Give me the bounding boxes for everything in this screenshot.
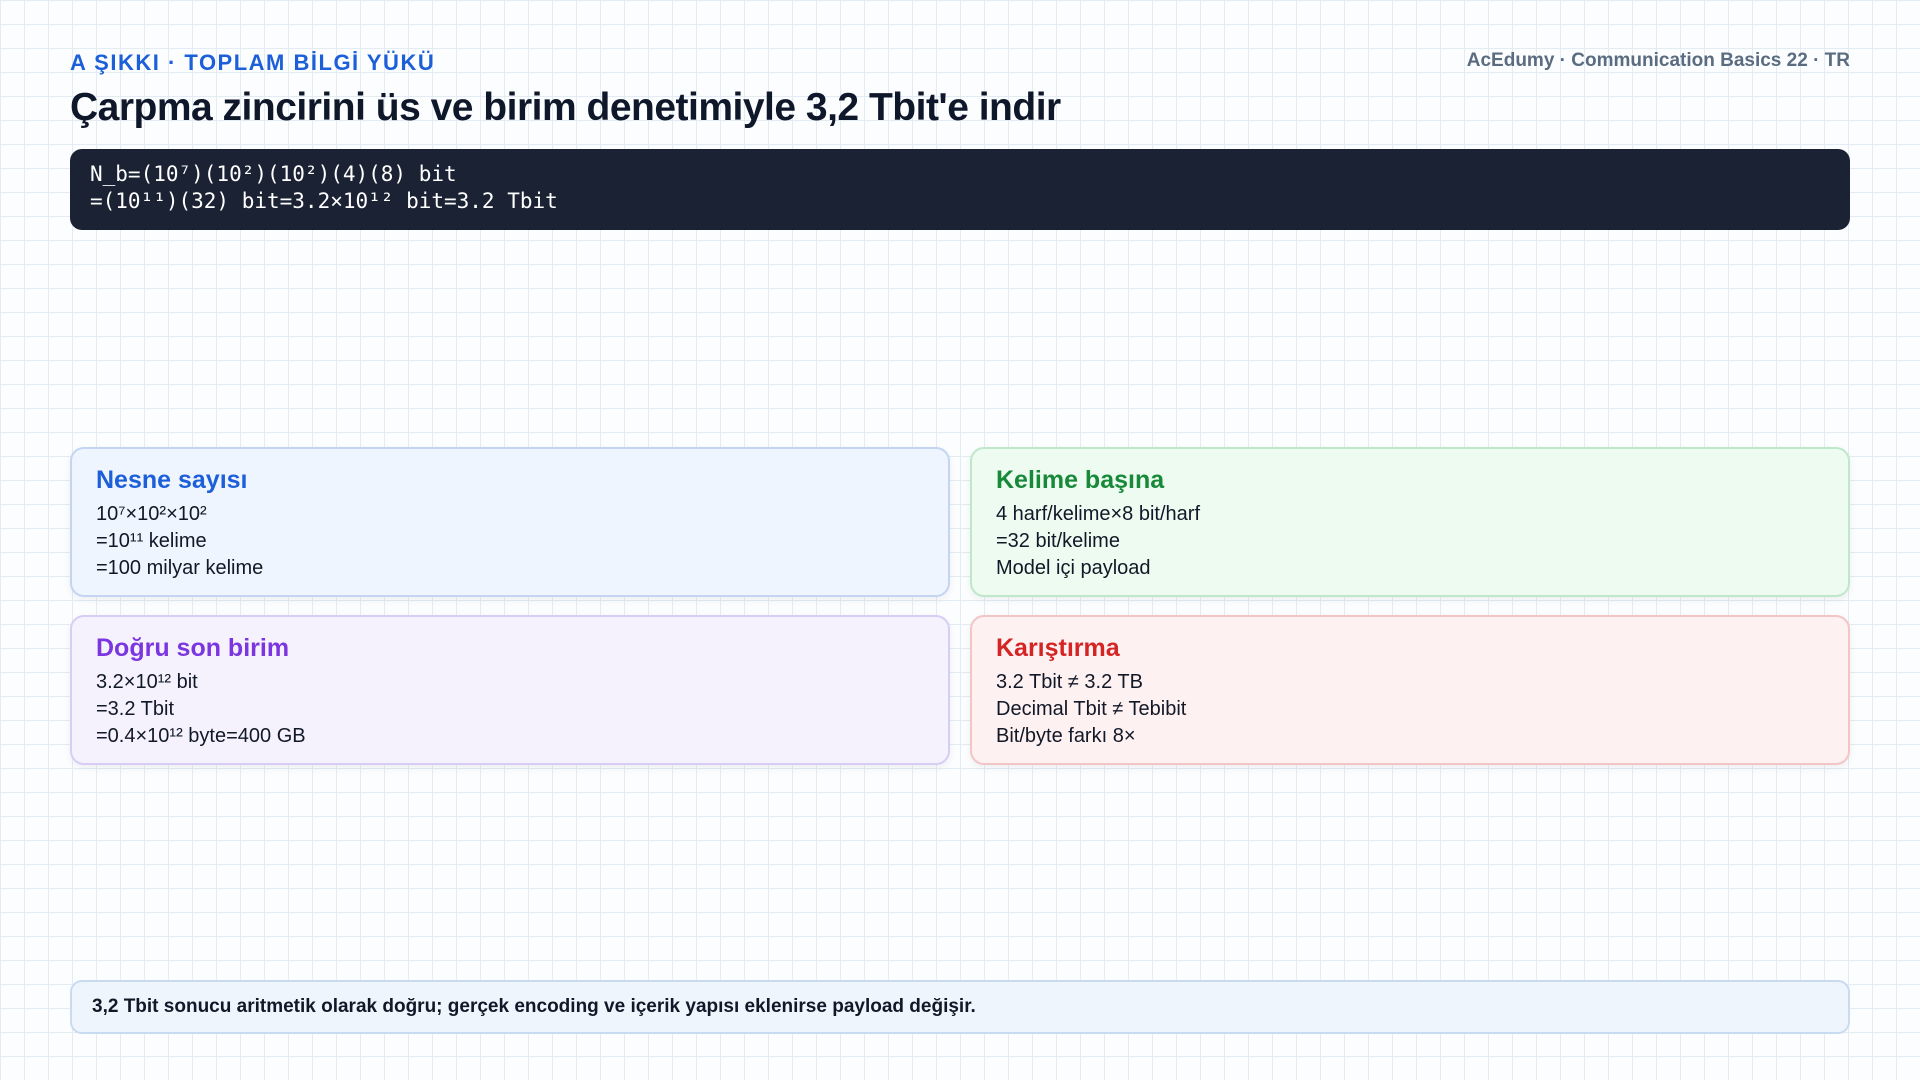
card-line: Decimal Tbit ≠ Tebibit [996,698,1187,720]
card-title: Nesne sayısı [96,466,248,494]
card-title: Karıştırma [996,634,1120,662]
section-eyebrow: A ŞIKKI · TOPLAM BİLGİ YÜKÜ [70,50,436,75]
card-confusion: Karıştırma 3.2 Tbit ≠ 3.2 TB Decimal Tbi… [970,615,1850,765]
page-title: Çarpma zincirini üs ve birim denetimiyle… [70,86,1061,129]
card-line: 4 harf/kelime×8 bit/harf [996,503,1200,525]
card-line: =0.4×10¹² byte=400 GB [96,725,306,747]
card-title: Kelime başına [996,466,1165,494]
card-line: 10⁷×10²×10² [96,503,207,525]
card-line: 3.2×10¹² bit [96,671,198,693]
card-line: =10¹¹ kelime [96,530,207,552]
formula-code-block: N_b=(10⁷)(10²)(10²)(4)(8) bit =(10¹¹)(32… [70,149,1850,230]
formula-line-1: N_b=(10⁷)(10²)(10²)(4)(8) bit [90,162,457,186]
card-object-count: Nesne sayısı 10⁷×10²×10² =10¹¹ kelime =1… [70,447,950,597]
card-line: Model içi payload [996,557,1151,579]
card-correct-unit: Doğru son birim 3.2×10¹² bit =3.2 Tbit =… [70,615,950,765]
card-title: Doğru son birim [96,634,290,662]
card-line: 3.2 Tbit ≠ 3.2 TB [996,671,1143,693]
slide: A ŞIKKI · TOPLAM BİLGİ YÜKÜ AcEdumy · Co… [70,0,1850,1080]
card-line: Bit/byte farkı 8× [996,725,1136,747]
card-line: =3.2 Tbit [96,698,175,720]
footnote-callout: 3,2 Tbit sonucu aritmetik olarak doğru; … [70,980,1850,1034]
course-brand: AcEdumy · Communication Basics 22 · TR [1466,50,1850,71]
card-line: =32 bit/kelime [996,530,1120,552]
formula-line-2: =(10¹¹)(32) bit=3.2×10¹² bit=3.2 Tbit [90,189,558,213]
card-per-word: Kelime başına 4 harf/kelime×8 bit/harf =… [970,447,1850,597]
card-line: =100 milyar kelime [96,557,264,579]
